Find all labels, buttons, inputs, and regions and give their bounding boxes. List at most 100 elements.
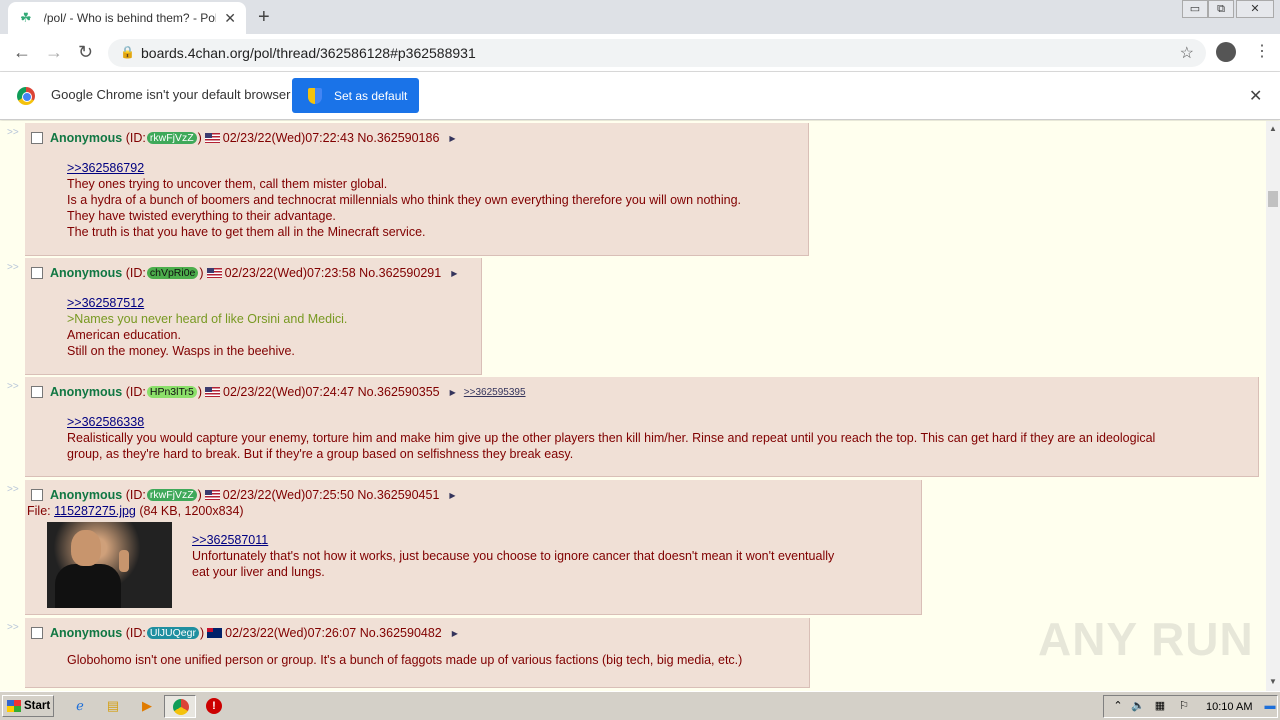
side-arrows: >> <box>7 622 19 633</box>
anyrun-watermark: ANY RUN <box>1038 613 1254 665</box>
post-thumbnail-image[interactable] <box>47 522 172 608</box>
post-menu-arrow-icon[interactable]: ▶ <box>450 388 456 397</box>
poster-id[interactable]: HPn3lTr5 <box>146 386 197 398</box>
media-player-icon[interactable]: ▶ <box>139 698 155 714</box>
backlink[interactable]: >>362595395 <box>464 387 526 398</box>
forward-arrow-icon[interactable]: → <box>45 42 63 63</box>
post-checkbox[interactable] <box>31 489 43 501</box>
reply-post: Anonymous (ID: chVpRi0e ) 02/23/22(Wed)0… <box>25 258 482 375</box>
taskbar-clock[interactable]: 10:10 AM <box>1206 701 1252 713</box>
id-suffix: ) <box>197 488 202 502</box>
thumbnail-figure <box>55 564 121 608</box>
new-tab-button[interactable]: + <box>258 6 270 29</box>
start-button[interactable]: Start <box>2 695 54 717</box>
back-arrow-icon[interactable]: ← <box>13 42 31 63</box>
stop-icon[interactable]: ! <box>206 698 222 714</box>
account-avatar-icon[interactable] <box>1216 42 1236 62</box>
file-link[interactable]: 115287275.jpg <box>54 504 136 518</box>
post-number[interactable]: No.362590451 <box>357 488 439 502</box>
post-checkbox[interactable] <box>31 267 43 279</box>
minimize-button[interactable]: ▭ <box>1182 0 1208 18</box>
scroll-down-arrow-icon[interactable]: ▼ <box>1269 677 1277 686</box>
url-text[interactable]: boards.4chan.org/pol/thread/362586128#p3… <box>141 45 476 61</box>
id-prefix: (ID: <box>125 131 146 145</box>
chrome-taskbar-button[interactable] <box>164 695 196 718</box>
quote-link[interactable]: >>362587011 <box>192 532 882 548</box>
tab-title: /pol/ - Who is behind them? - Politica <box>43 11 217 25</box>
file-meta: (84 KB, 1200x834) <box>135 504 244 518</box>
infobar-message: Google Chrome isn't your default browser <box>51 87 291 102</box>
scroll-up-arrow-icon[interactable]: ▲ <box>1269 124 1277 133</box>
windows-logo-icon <box>7 700 21 712</box>
post-menu-arrow-icon[interactable]: ▶ <box>449 491 455 500</box>
post-number[interactable]: No.362590355 <box>358 385 440 399</box>
set-as-default-button[interactable]: Set as default <box>292 78 419 113</box>
post-message: >>362587011 Unfortunately that's not how… <box>192 532 882 580</box>
message-line: eat your liver and lungs. <box>192 565 325 579</box>
quote-link[interactable]: >>362587512 <box>67 295 347 311</box>
address-bar[interactable]: 🔒 boards.4chan.org/pol/thread/362586128#… <box>108 39 1206 67</box>
side-arrows: >> <box>7 381 19 392</box>
reload-icon[interactable]: ↻ <box>78 42 93 63</box>
reply-post: Anonymous (ID: rkwFjVzZ ) 02/23/22(Wed)0… <box>25 480 922 615</box>
poster-name: Anonymous <box>50 626 123 640</box>
scrollbar-thumb[interactable] <box>1268 191 1278 207</box>
reply-post: Anonymous (ID: rkwFjVzZ ) 02/23/22(Wed)0… <box>25 123 809 256</box>
file-explorer-icon[interactable]: ▤ <box>105 698 121 714</box>
post-menu-arrow-icon[interactable]: ▶ <box>451 269 457 278</box>
chrome-menu-icon[interactable]: ⋮ <box>1254 41 1270 61</box>
internet-explorer-icon[interactable]: ℯ <box>72 698 88 714</box>
vertical-scrollbar[interactable]: ▲ ▼ <box>1266 121 1280 691</box>
thumbnail-hand <box>119 550 129 572</box>
show-desktop-icon[interactable]: ▬ <box>1262 698 1278 714</box>
infobar-close-icon[interactable]: ✕ <box>1249 86 1262 106</box>
bookmark-star-icon[interactable]: ☆ <box>1180 43 1194 63</box>
us-flag-icon <box>204 133 220 143</box>
poster-name: Anonymous <box>50 131 123 145</box>
post-number[interactable]: No.362590482 <box>360 626 442 640</box>
poster-id[interactable]: rkwFjVzZ <box>146 489 197 501</box>
post-datetime: 02/23/22(Wed)07:25:50 <box>222 488 354 502</box>
set-as-default-label: Set as default <box>334 88 408 103</box>
tray-expand-icon[interactable]: ⌃ <box>1110 698 1126 714</box>
reply-post: Anonymous (ID: UlJUQegr ) 02/23/22(Wed)0… <box>25 618 810 688</box>
post-checkbox[interactable] <box>31 386 43 398</box>
post-info: Anonymous (ID: rkwFjVzZ ) 02/23/22(Wed)0… <box>31 488 456 502</box>
poster-id[interactable]: UlJUQegr <box>146 627 199 639</box>
volume-icon[interactable]: 🔈 <box>1130 698 1146 714</box>
post-datetime: 02/23/22(Wed)07:26:07 <box>225 626 357 640</box>
message-line: Still on the money. Wasps in the beehive… <box>67 344 295 358</box>
post-datetime: 02/23/22(Wed)07:22:43 <box>222 131 354 145</box>
poster-id[interactable]: rkwFjVzZ <box>146 132 197 144</box>
thumbnail-face <box>71 530 101 566</box>
restore-button[interactable]: ⧉ <box>1208 0 1234 18</box>
id-suffix: ) <box>197 385 202 399</box>
tab-close-icon[interactable]: ✕ <box>224 10 236 27</box>
post-message: >>362587512 >Names you never heard of li… <box>67 295 347 359</box>
post-menu-arrow-icon[interactable]: ▶ <box>452 629 458 638</box>
quote-link[interactable]: >>362586338 <box>67 414 1227 430</box>
post-number[interactable]: No.362590291 <box>359 266 441 280</box>
poster-id[interactable]: chVpRi0e <box>146 267 199 279</box>
post-info: Anonymous (ID: chVpRi0e ) 02/23/22(Wed)0… <box>31 266 457 280</box>
id-suffix: ) <box>199 626 205 640</box>
post-number[interactable]: No.362590186 <box>357 131 439 145</box>
browser-tab[interactable]: ☘ /pol/ - Who is behind them? - Politica… <box>8 2 246 34</box>
post-menu-arrow-icon[interactable]: ▶ <box>449 134 455 143</box>
windows-taskbar: Start ℯ ▤ ▶ ! ⌃ 🔈 ▦ ⚐ ▬ 10:10 AM <box>0 691 1280 720</box>
tab-strip: ☘ /pol/ - Who is behind them? - Politica… <box>0 0 1280 34</box>
close-window-button[interactable]: ✕ <box>1236 0 1274 18</box>
post-checkbox[interactable] <box>31 627 43 639</box>
au-flag-icon <box>207 628 223 638</box>
id-prefix: (ID: <box>125 488 146 502</box>
default-browser-infobar: Google Chrome isn't your default browser… <box>0 72 1280 120</box>
network-icon[interactable]: ▦ <box>1152 698 1168 714</box>
chrome-logo-icon <box>17 87 35 105</box>
message-line: American education. <box>67 328 181 342</box>
us-flag-icon <box>205 387 220 397</box>
message-line: group, as they're hard to break. But if … <box>67 447 574 461</box>
quote-link[interactable]: >>362586792 <box>67 160 741 176</box>
action-center-flag-icon[interactable]: ⚐ <box>1176 698 1192 714</box>
post-info: Anonymous (ID: HPn3lTr5 ) 02/23/22(Wed)0… <box>31 385 526 399</box>
post-checkbox[interactable] <box>31 132 43 144</box>
